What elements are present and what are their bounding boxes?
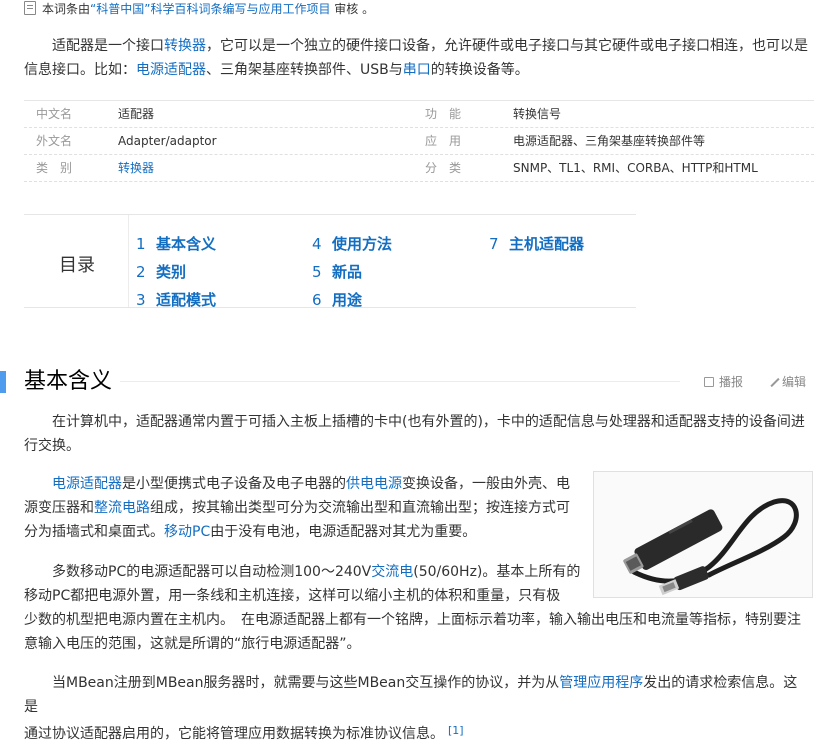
intro-text: 适配器是一个接口 — [52, 38, 164, 54]
play-label: 播报 — [719, 375, 744, 389]
toc-number: 3 — [136, 291, 146, 309]
paragraph-text: 意输入电压的范围，这就是所谓的“旅行电源适配器”。 — [24, 636, 361, 652]
section-divider — [120, 381, 680, 382]
toc-label: 使用方法 — [332, 235, 393, 253]
review-suffix: 审核 。 — [330, 2, 375, 16]
info-key: 功 能 — [425, 107, 462, 121]
document-icon — [24, 1, 36, 15]
edit-label: 编辑 — [782, 375, 807, 389]
link-rectifier-circuit[interactable]: 整流电路 — [94, 500, 150, 516]
toc-number: 2 — [136, 263, 146, 281]
info-key: 中文名 — [36, 107, 73, 121]
paragraph-3: 多数移动PC的电源适配器可以自动检测100～240V交流电(50/60Hz)。基… — [24, 560, 810, 656]
toc-label: 基本含义 — [156, 235, 217, 253]
toc-item-category[interactable]: 2 类别 — [136, 262, 186, 282]
intro-text: 的转换设备等。 — [430, 62, 529, 78]
section-marker — [0, 371, 6, 393]
toc-number: 1 — [136, 235, 146, 253]
toc-item-new-products[interactable]: 5 新品 — [312, 262, 362, 282]
link-alternating-current[interactable]: 交流电 — [371, 564, 413, 580]
intro-text: 、三角架基座转换部件、USB与 — [206, 62, 403, 78]
info-key: 应 用 — [425, 134, 462, 148]
pencil-icon — [770, 377, 780, 388]
info-row: 中文名 适配器 功 能 转换信号 — [24, 101, 814, 128]
link-serial-port[interactable]: 串口 — [403, 62, 431, 78]
paragraph-text: (50/60Hz)。基本上所有的 — [413, 564, 581, 580]
toc-label: 主机适配器 — [509, 235, 585, 253]
paragraph-text: 源变压器和 — [24, 500, 94, 516]
info-key: 外文名 — [36, 134, 73, 148]
toc-label: 类别 — [156, 263, 187, 281]
review-prefix: 本词条由 — [42, 2, 91, 16]
info-row: 外文名 Adapter/adaptor 应 用 电源适配器、三角架基座转换部件等 — [24, 128, 814, 155]
paragraph-text: 移动PC都把电源外置，用一条线和主机连接，这样可以缩小主机的体积和重量，只有极 — [24, 588, 561, 604]
review-notice: 本词条由“科普中国”科学百科词条编写与应用工作项目 审核 。 — [24, 0, 374, 18]
paragraph-text: 少数的机型把电源内置在主机内。 在电源适配器上都有一个铭牌，上面标示着功率，输入… — [24, 612, 801, 628]
info-key: 分 类 — [425, 161, 462, 175]
paragraph-text: 在计算机中，适配器通常内置于可插入主板上插槽的卡中(也有外置的)，卡中的适配信息… — [24, 414, 805, 454]
toc-label: 新品 — [332, 263, 363, 281]
link-power-adapter[interactable]: 电源适配器 — [52, 476, 122, 492]
edit-button[interactable]: 编辑 — [770, 373, 807, 391]
toc-item-applications[interactable]: 6 用途 — [312, 290, 362, 310]
reference-link[interactable]: [1] — [448, 724, 464, 737]
paragraph-1: 在计算机中，适配器通常内置于可插入主板上插槽的卡中(也有外置的)，卡中的适配信息… — [24, 410, 810, 458]
paragraph-text: 多数移动PC的电源适配器可以自动检测100～240V — [52, 564, 372, 580]
table-of-contents: 目录 1 基本含义 2 类别 3 适配模式 4 使用方法 5 新品 6 用途 7 主机适配器 — [24, 214, 636, 310]
paragraph-text: 当MBean注册到MBean服务器时，就需要与这些MBean交互操作的协议，并为… — [52, 675, 560, 691]
link-power-adapter[interactable]: 电源适配器 — [136, 62, 206, 78]
link-power-supply[interactable]: 供电电源 — [346, 476, 402, 492]
paragraph-2: 电源适配器是小型便携式电子设备及电子电器的供电电源变换设备，一般由外壳、电源变压… — [24, 472, 580, 544]
toc-number: 4 — [312, 235, 322, 253]
info-table: 中文名 适配器 功 能 转换信号 外文名 Adapter/adaptor 应 用… — [24, 100, 814, 182]
info-value: 电源适配器、三角架基座转换部件等 — [513, 134, 706, 148]
toc-title: 目录 — [59, 255, 95, 276]
paragraph-text: 组成，按其输出类型可分为交流输出型和直流输出型；按连接方式可 — [150, 500, 570, 516]
paragraph-4: 当MBean注册到MBean服务器时，就需要与这些MBean交互操作的协议，并为… — [24, 671, 810, 746]
section-title: 基本含义 — [24, 369, 113, 394]
info-key: 类 别 — [36, 161, 73, 175]
toc-number: 7 — [489, 235, 499, 253]
paragraph-text: 通过协议适配器启用的，它能将管理应用数据转换为标准协议信息。 — [24, 726, 444, 742]
toc-item-host-adapter[interactable]: 7 主机适配器 — [489, 234, 584, 254]
review-project-link[interactable]: “科普中国”科学百科词条编写与应用工作项目 — [90, 2, 330, 16]
toc-number: 6 — [312, 291, 322, 309]
play-button[interactable]: 播报 — [704, 373, 743, 391]
info-value: 适配器 — [118, 107, 155, 121]
link-converter[interactable]: 转换器 — [164, 38, 206, 54]
info-value: Adapter/adaptor — [118, 134, 217, 148]
link-management-application[interactable]: 管理应用程序 — [559, 675, 643, 691]
toc-item-basic-meaning[interactable]: 1 基本含义 — [136, 234, 216, 254]
paragraph-text: 由于没有电池，电源适配器对其尤为重要。 — [210, 524, 477, 540]
paragraph-text: 变换设备，一般由外壳、电 — [402, 476, 570, 492]
paragraph-text: 分为插墙式和桌面式。 — [24, 524, 164, 540]
info-row: 类 别 转换器 分 类 SNMP、TL1、RMI、CORBA、HTTP和HTML — [24, 155, 814, 182]
toc-number: 5 — [312, 263, 322, 281]
toc-label: 适配模式 — [156, 291, 217, 309]
info-value: SNMP、TL1、RMI、CORBA、HTTP和HTML — [513, 161, 758, 175]
toc-item-adapter-mode[interactable]: 3 适配模式 — [136, 290, 216, 310]
link-category-converter[interactable]: 转换器 — [118, 161, 154, 175]
paragraph-text: 是小型便携式电子设备及电子电器的 — [122, 476, 346, 492]
section-header: 基本含义 播报 编辑 — [0, 369, 816, 395]
link-mobile-pc[interactable]: 移动PC — [164, 524, 210, 540]
speaker-icon — [704, 377, 714, 387]
toc-side: 目录 — [24, 215, 129, 307]
intro-paragraph: 适配器是一个接口转换器，它可以是一个独立的硬件接口设备，允许硬件或电子接口与其它… — [24, 34, 810, 82]
toc-label: 用途 — [332, 291, 363, 309]
info-value: 转换信号 — [513, 107, 562, 121]
toc-item-usage[interactable]: 4 使用方法 — [312, 234, 392, 254]
